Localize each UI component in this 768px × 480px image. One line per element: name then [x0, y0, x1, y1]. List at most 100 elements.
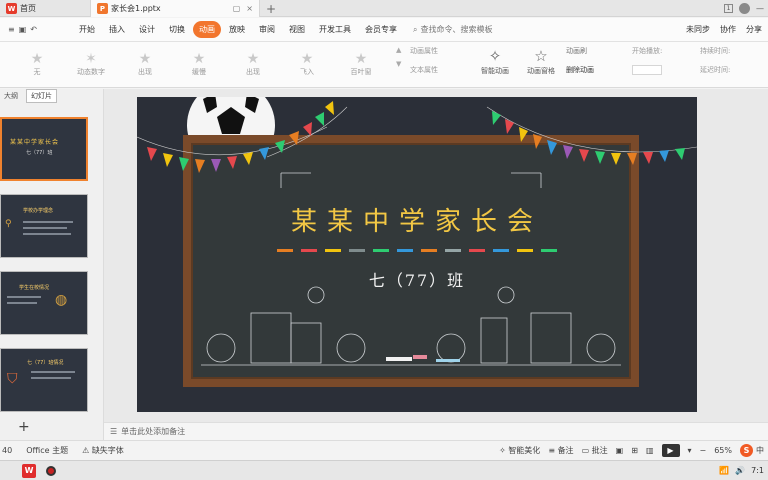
slide-title[interactable]: 某某中学家长会: [137, 201, 697, 238]
bunting-flags: [137, 101, 697, 173]
window-controls: 1 —: [724, 1, 764, 16]
slide-number: 40: [2, 446, 13, 455]
notes-toggle-label: 备注: [557, 446, 574, 455]
status-right: ✧ 智能美化 ≡ 备注 ▭ 批注 ▣ ⊞ ▥ ▶ ▾ − 65% S 中: [499, 444, 768, 457]
start-select[interactable]: [632, 65, 662, 75]
record-icon[interactable]: [46, 465, 56, 476]
window-count-icon[interactable]: 1: [724, 4, 733, 13]
tab-slides[interactable]: 幻灯片: [26, 89, 57, 103]
animation-option[interactable]: ★ 飞入: [280, 44, 334, 84]
animation-option[interactable]: ★ 出现: [226, 44, 280, 84]
current-slide[interactable]: 某某中学家长会 七（77）班: [137, 97, 697, 412]
menu-tab-developer[interactable]: 开发工具: [313, 21, 357, 38]
slide-thumbnail-2[interactable]: 学校办学理念 ⚲: [0, 194, 88, 258]
thumbnail-title: 学生在校情况: [19, 285, 50, 291]
share-button[interactable]: 分享: [746, 24, 762, 35]
text-line: [7, 302, 37, 304]
animation-painter-button[interactable]: 动画刷: [566, 46, 594, 56]
animation-option[interactable]: ★ 百叶窗: [334, 44, 388, 84]
star-icon: ★: [246, 51, 260, 67]
collaborate-button[interactable]: 协作: [720, 24, 736, 35]
smart-beautify-button[interactable]: ✧ 智能美化: [499, 445, 540, 456]
animation-properties-button[interactable]: 动画属性: [410, 46, 438, 56]
menu-tab-view[interactable]: 视图: [283, 21, 311, 38]
volume-icon[interactable]: 🔊: [735, 466, 745, 475]
delay-label: 延迟时间:: [700, 66, 731, 74]
animation-option-label: 无: [33, 68, 41, 76]
home-tab[interactable]: W 首页: [0, 0, 82, 17]
menu-right: 未同步 协作 分享: [686, 24, 768, 35]
search-icon: ⌕: [412, 24, 418, 34]
menu-tab-animation[interactable]: 动画: [192, 21, 221, 38]
restore-icon[interactable]: ▢: [233, 4, 241, 13]
menu-icon[interactable]: ≡: [8, 25, 15, 34]
menu-tab-design[interactable]: 设计: [133, 21, 161, 38]
menu-tab-insert[interactable]: 插入: [103, 21, 131, 38]
menu-tab-member[interactable]: 会员专享: [359, 21, 403, 38]
user-avatar[interactable]: [739, 3, 750, 14]
animation-option[interactable]: ★ 缓慢: [172, 44, 226, 84]
zoom-level[interactable]: 65%: [714, 446, 732, 455]
chevron-up-icon[interactable]: ▲: [396, 46, 401, 54]
zoom-dropdown-icon[interactable]: ▾: [688, 446, 692, 455]
smart-animation-button[interactable]: ✧ 智能动画: [472, 46, 518, 76]
sorter-view-icon[interactable]: ⊞: [631, 446, 638, 455]
normal-view-icon[interactable]: ▣: [616, 446, 624, 455]
reading-view-icon[interactable]: ▥: [646, 446, 654, 455]
animation-option[interactable]: ✶ 动态数字: [64, 44, 118, 84]
missing-font-label: 缺失字体: [91, 446, 124, 455]
tab-outline[interactable]: 大纲: [0, 90, 22, 102]
animation-option[interactable]: ★ 无: [10, 44, 64, 84]
wps-logo-icon: W: [6, 3, 17, 14]
network-icon[interactable]: 📶: [719, 466, 729, 475]
beautify-icon: ✧: [499, 446, 506, 455]
sync-status[interactable]: 未同步: [686, 24, 710, 35]
animation-option-label: 动态数字: [77, 68, 105, 76]
comments-label: 批注: [591, 446, 608, 455]
zoom-out-icon[interactable]: −: [700, 446, 707, 455]
command-search[interactable]: ⌕ 查找命令、搜索模板: [413, 24, 492, 35]
animation-properties-group: 动画属性 文本属性: [410, 46, 438, 75]
animation-option-label: 出现: [246, 68, 260, 76]
minimize-icon[interactable]: —: [756, 4, 764, 13]
undo-icon[interactable]: ↶: [30, 25, 37, 34]
text-properties-button[interactable]: 文本属性: [410, 65, 438, 75]
pptx-file-icon: P: [97, 3, 108, 14]
animation-option[interactable]: ★ 出现: [118, 44, 172, 84]
slide-thumbnail-1[interactable]: 某某中学家长会 七（77）班: [0, 117, 88, 181]
star-icon: ★: [354, 51, 368, 67]
text-line: [23, 227, 67, 229]
menu-tab-slideshow[interactable]: 放映: [223, 21, 251, 38]
text-line: [23, 221, 73, 223]
window-tab-bar: W 首页 P 家长会1.pptx ▢ × + 1 —: [0, 0, 768, 17]
clock[interactable]: 7:1: [751, 466, 764, 475]
slide-thumbnail-4[interactable]: 七（77）班情况 ⛉: [0, 348, 88, 412]
save-icon[interactable]: ▣: [19, 25, 27, 34]
slide-subtitle[interactable]: 七（77）班: [137, 267, 697, 291]
missing-font-button[interactable]: ⚠ 缺失字体: [82, 445, 124, 456]
menu-tab-start[interactable]: 开始: [73, 21, 101, 38]
text-line: [7, 296, 41, 298]
ime-indicator[interactable]: S 中: [740, 444, 764, 457]
notes-toggle-button[interactable]: ≡ 备注: [548, 445, 573, 456]
menu-tab-review[interactable]: 审阅: [253, 21, 281, 38]
animation-pane-button[interactable]: ☆ 动画窗格: [518, 46, 564, 76]
add-slide-icon[interactable]: +: [18, 419, 30, 435]
chevron-down-icon[interactable]: ▼: [396, 60, 401, 68]
notes-area[interactable]: ☰ 单击此处添加备注: [104, 422, 768, 440]
theme-name: Office 主题: [26, 446, 69, 455]
play-slideshow-button[interactable]: ▶: [661, 444, 680, 457]
slide-thumbnail-3[interactable]: 学生在校情况 ◍: [0, 271, 88, 335]
document-tab[interactable]: P 家长会1.pptx ▢ ×: [90, 0, 260, 17]
comments-button[interactable]: ▭ 批注: [582, 445, 608, 456]
new-tab-button[interactable]: +: [264, 0, 278, 17]
menu-tab-transition[interactable]: 切换: [163, 21, 191, 38]
thumbnail-title: 某某中学家长会: [10, 139, 60, 146]
close-tab-icon[interactable]: ×: [246, 4, 253, 13]
wps-taskbar-icon[interactable]: W: [22, 463, 36, 478]
star-icon: ★: [138, 51, 152, 67]
smart-beautify-label: 智能美化: [508, 446, 541, 455]
delete-animation-button[interactable]: 删除动画: [566, 65, 594, 75]
thumbnail-title: 七（77）班情况: [27, 360, 64, 366]
gallery-scroll: ▲ ▼: [396, 46, 401, 68]
